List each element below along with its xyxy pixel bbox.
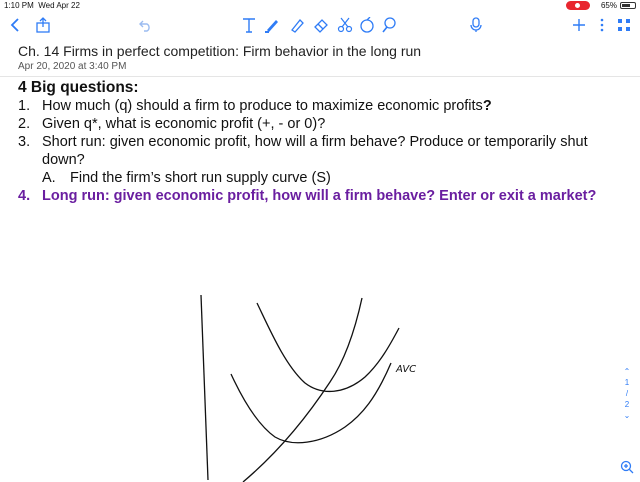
page-indicator[interactable]: ⌃ 1 / 2 ⌄: [620, 366, 634, 421]
handwritten-cost-curves: AVC: [200, 294, 416, 482]
total-pages: 2: [624, 400, 630, 409]
page-up-chevron-icon[interactable]: ⌃: [620, 366, 634, 377]
zoom-in-icon: [620, 460, 634, 474]
vertical-axis-stroke: [200, 294, 209, 481]
page-separator: /: [625, 389, 629, 398]
avc-label: AVC: [395, 364, 416, 375]
current-page: 1: [624, 378, 630, 387]
atc-curve-stroke: [256, 302, 400, 393]
zoom-button[interactable]: [620, 460, 634, 477]
mc-curve-stroke: [242, 297, 363, 482]
page-down-chevron-icon[interactable]: ⌄: [620, 410, 634, 421]
